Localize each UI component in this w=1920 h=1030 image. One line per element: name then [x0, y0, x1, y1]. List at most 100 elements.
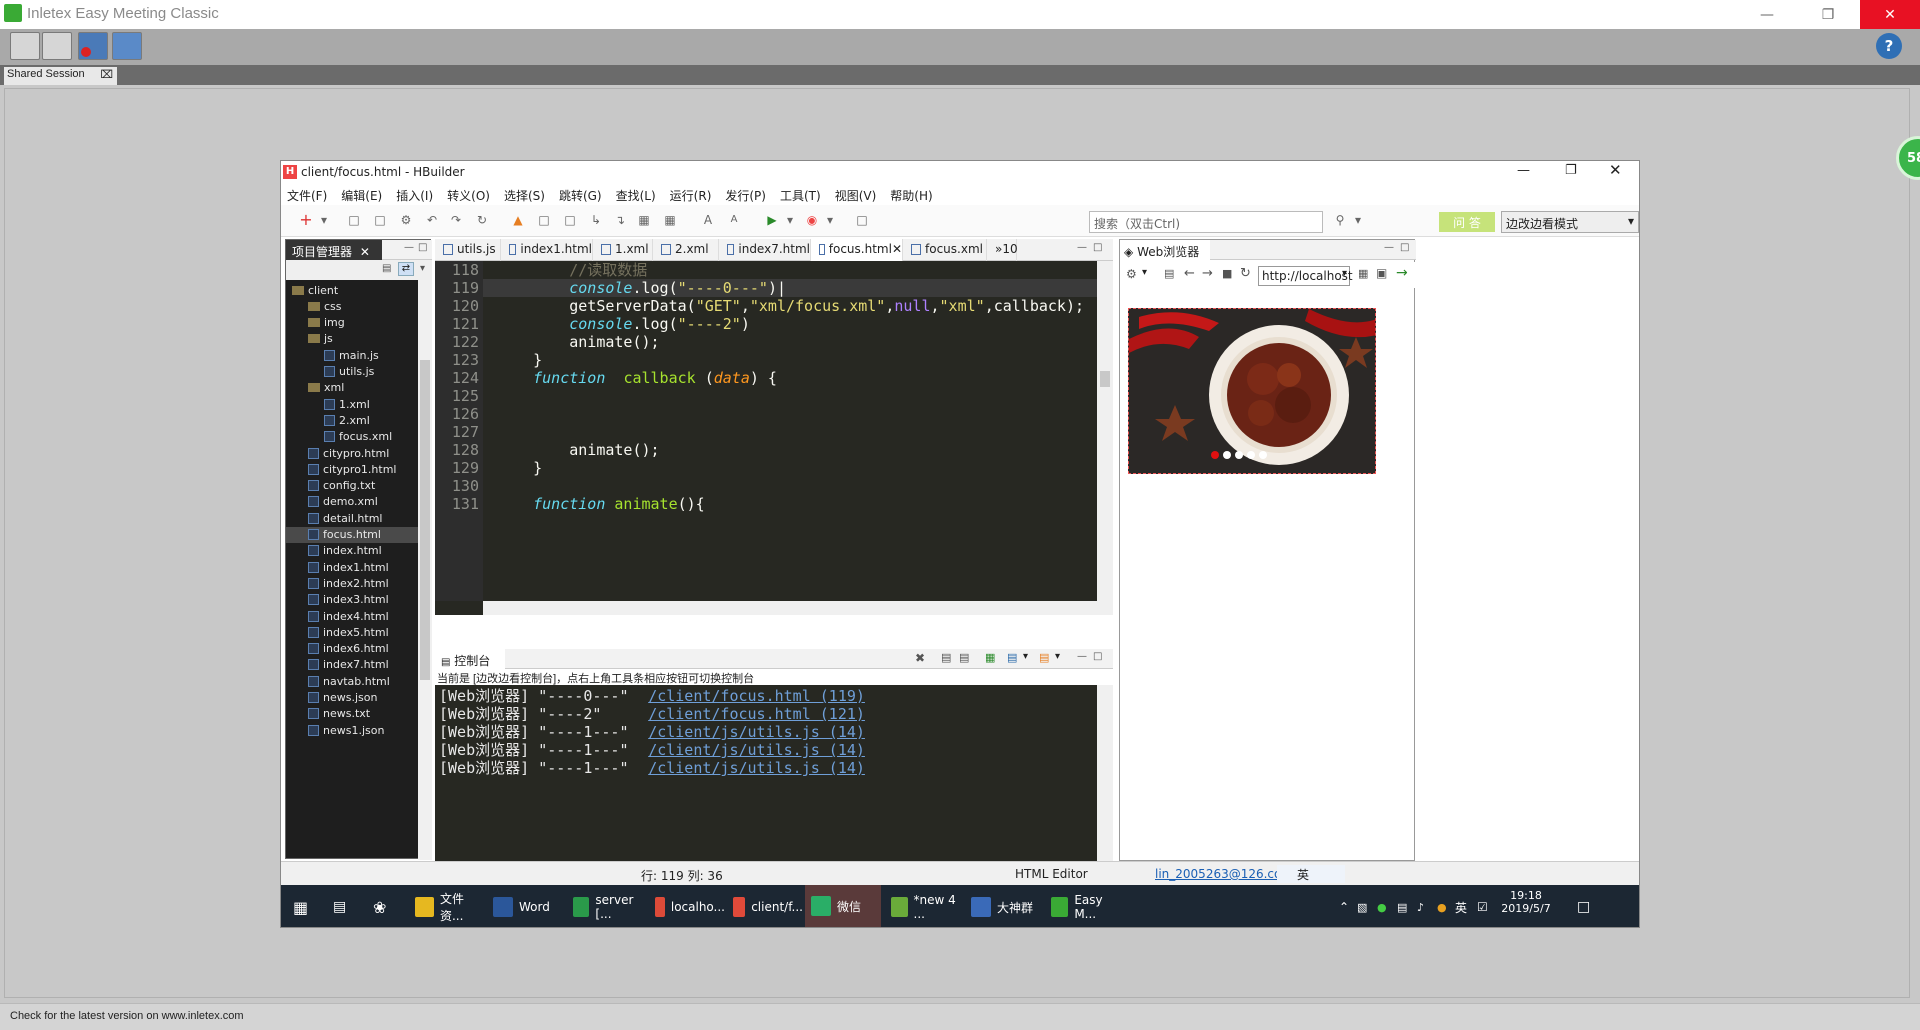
editor-tab[interactable]: focus.xml [903, 239, 987, 261]
search-input[interactable]: 搜索（双击Ctrl) [1089, 211, 1323, 233]
console-toggle-icon[interactable]: ▤ [1164, 267, 1174, 280]
tray-chevron-icon[interactable]: ⌃ [1333, 885, 1353, 927]
stop-share-icon[interactable] [78, 32, 108, 60]
editor-tab[interactable]: 1.xml [593, 239, 653, 261]
tree-file[interactable]: news1.json [286, 722, 418, 738]
back-icon[interactable]: ← [1184, 266, 1195, 281]
menu-item[interactable]: 编辑(E) [341, 185, 382, 205]
start-icon[interactable]: ▦ [287, 885, 317, 927]
maximize-icon[interactable]: □ [418, 242, 427, 253]
refresh-icon[interactable]: ↻ [1240, 266, 1251, 281]
format-icon[interactable]: ↻ [475, 213, 489, 227]
tray-icon[interactable]: ● [1371, 885, 1391, 927]
dropdown-icon[interactable]: ▾ [783, 213, 797, 227]
clock[interactable]: 19:18 2019/5/7 [1499, 889, 1553, 915]
menu-item[interactable]: 插入(I) [396, 185, 433, 205]
tree-file[interactable]: config.txt [286, 478, 418, 494]
tree-file[interactable]: citypro1.html [286, 461, 418, 477]
editor-tab[interactable]: »10 [987, 239, 1018, 261]
lang-indicator[interactable]: 英 [1449, 885, 1471, 927]
volume-icon[interactable]: ♪ [1411, 885, 1431, 927]
dropdown-icon[interactable]: ▾ [823, 213, 837, 227]
close-icon[interactable]: ✕ [892, 242, 902, 256]
tree-file[interactable]: citypro.html [286, 445, 418, 461]
close-icon[interactable]: ✕ [360, 245, 370, 259]
minimize-icon[interactable]: — [404, 242, 414, 253]
tree-file[interactable]: index2.html [286, 575, 418, 591]
tree-file[interactable]: news.txt [286, 706, 418, 722]
close-button[interactable]: ✕ [1609, 161, 1622, 179]
qr-icon[interactable]: ▦ [1358, 267, 1368, 280]
new-icon[interactable]: + [299, 212, 313, 228]
preview-icon[interactable]: □ [855, 213, 869, 227]
clear-console-icon[interactable]: ✖ [915, 651, 925, 665]
carousel-image[interactable] [1128, 308, 1376, 474]
tree-file[interactable]: index.html [286, 543, 418, 559]
dropdown-icon[interactable]: ▾ [317, 213, 331, 227]
go-icon[interactable]: → [1396, 265, 1408, 281]
minimize-button[interactable]: — [1744, 0, 1790, 29]
menu-item[interactable]: 选择(S) [504, 185, 545, 205]
font-decrease-icon[interactable]: A [727, 213, 741, 227]
maximize-icon[interactable]: □ [1093, 651, 1102, 662]
help-icon[interactable]: ? [1876, 33, 1902, 59]
minimize-button[interactable]: — [1517, 163, 1530, 178]
settings-icon[interactable]: ⚙ [1126, 267, 1137, 281]
ask-button[interactable]: 问 答 [1439, 212, 1495, 232]
console-link[interactable]: /client/js/utils.js (14) [648, 723, 865, 741]
new-console-icon[interactable]: ▤ [1039, 651, 1049, 664]
taskbar-item[interactable]: localho... [649, 885, 725, 927]
tree-file[interactable]: navtab.html [286, 673, 418, 689]
tree-file[interactable]: news.json [286, 690, 418, 706]
network-icon[interactable]: ▤ [1391, 885, 1411, 927]
add-screen-icon[interactable] [10, 32, 40, 60]
dropdown-icon[interactable]: ▾ [1142, 267, 1147, 278]
app-icon[interactable]: ❀ [367, 885, 397, 927]
editor-tab[interactable]: index1.html [501, 239, 593, 261]
goto-icon[interactable]: □ [537, 213, 551, 227]
url-input[interactable]: http://localhost ▾ [1258, 266, 1353, 286]
minimize-icon[interactable]: — [1384, 242, 1394, 253]
tree-file[interactable]: focus.html [286, 526, 418, 543]
tree-file[interactable]: 2.xml [286, 412, 418, 428]
goto-next-icon[interactable]: □ [563, 213, 577, 227]
forward-icon[interactable]: → [1202, 266, 1213, 281]
menu-item[interactable]: 跳转(G) [559, 185, 602, 205]
browser-icon[interactable]: ◉ [805, 213, 819, 227]
console-link[interactable]: /client/js/utils.js (14) [648, 759, 865, 777]
save-all-icon[interactable]: □ [373, 213, 387, 227]
tree-file[interactable]: index1.html [286, 559, 418, 575]
save-icon[interactable]: □ [347, 213, 361, 227]
link-editor-icon[interactable]: ⇄ [398, 262, 414, 276]
tree-folder[interactable]: js [286, 331, 418, 347]
taskbar-item[interactable]: Word [487, 885, 563, 927]
code-editor[interactable]: 118 119 120 121 122 123 124 125 126 127 128 129 130 1… [435, 261, 1113, 615]
restore-button[interactable]: ❐ [1565, 163, 1577, 178]
tree-folder[interactable]: client [286, 282, 418, 298]
tree-file[interactable]: index3.html [286, 592, 418, 608]
tree-file[interactable]: index4.html [286, 608, 418, 624]
outline-icon[interactable]: ▦ [637, 213, 651, 227]
session-tab[interactable]: Shared Session ⌧ [4, 67, 117, 85]
editor-tab[interactable]: utils.js [435, 239, 501, 261]
tree-file[interactable]: index6.html [286, 641, 418, 657]
tree-file[interactable]: 1.xml [286, 396, 418, 412]
display-console-icon[interactable]: ▤ [1007, 651, 1017, 664]
project-scrollbar[interactable] [418, 280, 432, 860]
menu-item[interactable]: 发行(P) [725, 185, 766, 205]
maximize-icon[interactable]: □ [1400, 242, 1409, 253]
tree-folder[interactable]: img [286, 315, 418, 331]
console-link[interactable]: /client/focus.html (121) [648, 705, 865, 723]
console-vscrollbar[interactable] [1097, 685, 1113, 861]
menu-item[interactable]: 文件(F) [287, 185, 327, 205]
settings-icon[interactable]: ⚙ [399, 213, 413, 227]
web-browser-tab[interactable]: ◈ Web浏览器 ✕ [1120, 240, 1210, 274]
console-tab[interactable]: ▤ 控制台 ✕ [435, 649, 505, 683]
taskbar-item[interactable]: 微信 [805, 885, 881, 927]
pin-console-icon[interactable]: ▤ [959, 651, 969, 664]
step-out-icon[interactable]: ↴ [613, 213, 627, 227]
close-icon[interactable]: ⌧ [100, 68, 113, 81]
whiteboard-icon[interactable] [112, 32, 142, 60]
taskbar-item[interactable]: server [... [567, 885, 643, 927]
scroll-lock-icon[interactable]: ▤ [941, 651, 951, 664]
